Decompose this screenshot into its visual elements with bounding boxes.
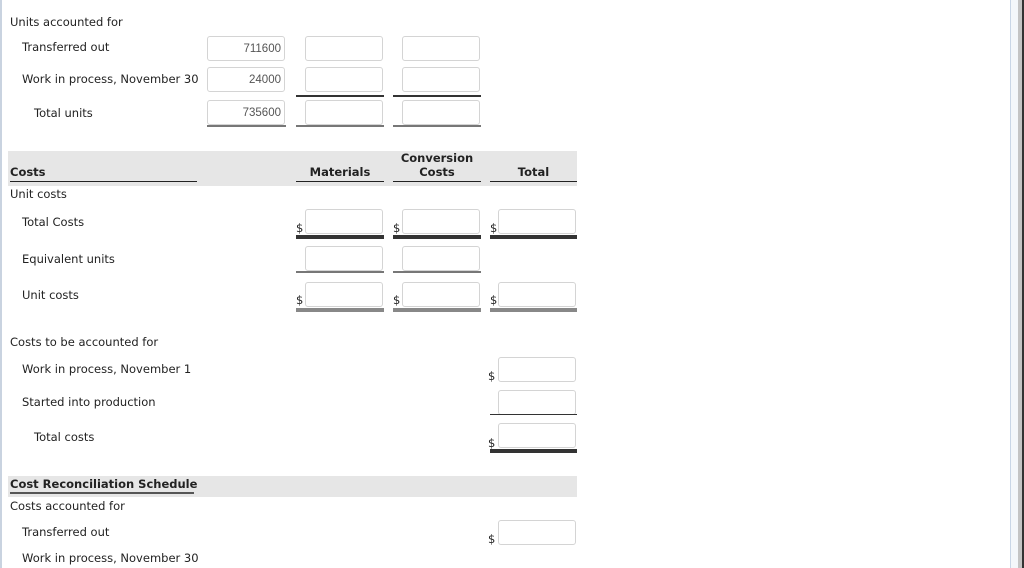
header-underline (490, 181, 577, 182)
dollar-sign: $ (296, 221, 304, 235)
dollar-sign: $ (488, 532, 496, 546)
dollar-sign: $ (490, 221, 498, 235)
total-underline (393, 125, 481, 127)
dollar-sign: $ (296, 293, 304, 307)
units-total-physical-input[interactable] (207, 100, 285, 125)
wip-nov1-total-input[interactable] (498, 357, 576, 382)
costs-to-account-title: Costs to be accounted for (10, 335, 159, 349)
unit-costs-subtitle: Unit costs (10, 187, 67, 201)
double-underline (393, 235, 481, 239)
row-label-total-costs-accounted: Total costs (34, 430, 95, 444)
reconciliation-transferred-out-input[interactable] (498, 520, 576, 545)
unit-costs-materials-input[interactable] (305, 282, 383, 307)
underline (393, 271, 481, 273)
header-underline (10, 181, 197, 182)
underline (490, 414, 577, 415)
header-underline (10, 492, 194, 494)
dollar-sign: $ (488, 436, 496, 450)
total-costs-materials-input[interactable] (305, 209, 383, 234)
subtotal-underline (393, 95, 481, 97)
row-label-transferred-out: Transferred out (22, 40, 110, 54)
double-underline (393, 308, 481, 312)
double-underline (490, 308, 577, 312)
equivalent-units-conversion-input[interactable] (402, 246, 480, 271)
costs-accounted-subtitle: Costs accounted for (10, 499, 125, 513)
units-transferred-out-physical-input[interactable] (207, 36, 285, 61)
row-label-wip-nov30: Work in process, November 30 (22, 72, 199, 86)
double-underline (490, 235, 577, 239)
total-costs-total-input[interactable] (498, 209, 576, 234)
reconciliation-title: Cost Reconciliation Schedule (10, 477, 198, 491)
units-section-title: Units accounted for (10, 15, 123, 29)
total-underline (207, 125, 286, 127)
dollar-sign: $ (490, 293, 498, 307)
header-underline (393, 181, 481, 182)
column-header-materials: Materials (309, 165, 371, 179)
double-underline (296, 308, 384, 312)
column-header-conversion-line2: Costs (419, 165, 455, 179)
dollar-sign: $ (393, 293, 401, 307)
row-label-started-into-production: Started into production (22, 395, 156, 409)
started-into-production-total-input[interactable] (498, 390, 576, 415)
underline (296, 271, 384, 273)
header-underline (296, 181, 384, 182)
column-header-total: Total (517, 165, 550, 179)
double-underline (490, 449, 577, 453)
total-costs-conversion-input[interactable] (402, 209, 480, 234)
dollar-sign: $ (393, 221, 401, 235)
row-label-total-units: Total units (34, 106, 93, 120)
total-underline (296, 125, 384, 127)
equivalent-units-materials-input[interactable] (305, 246, 383, 271)
row-label-wip-nov1: Work in process, November 1 (22, 362, 192, 376)
units-wip-nov30-conversion-input[interactable] (402, 67, 480, 92)
column-header-conversion-line1: Conversion (400, 151, 474, 165)
left-border (0, 0, 2, 568)
subtotal-underline (296, 95, 384, 97)
row-label-reconciliation-transferred-out: Transferred out (22, 525, 110, 539)
costs-section-title: Costs (10, 165, 46, 179)
row-label-total-costs: Total Costs (22, 215, 85, 229)
row-label-equivalent-units: Equivalent units (22, 252, 115, 266)
row-label-reconciliation-wip-nov30: Work in process, November 30 (22, 551, 199, 565)
units-wip-nov30-physical-input[interactable] (207, 67, 285, 92)
units-wip-nov30-materials-input[interactable] (305, 67, 383, 92)
units-total-conversion-input[interactable] (402, 100, 480, 125)
units-transferred-out-materials-input[interactable] (305, 36, 383, 61)
units-total-materials-input[interactable] (305, 100, 383, 125)
unit-costs-total-input[interactable] (498, 282, 576, 307)
total-costs-accounted-input[interactable] (498, 423, 576, 448)
units-transferred-out-conversion-input[interactable] (402, 36, 480, 61)
unit-costs-conversion-input[interactable] (402, 282, 480, 307)
dollar-sign: $ (488, 369, 496, 383)
double-underline (296, 235, 384, 239)
row-label-unit-costs: Unit costs (22, 288, 79, 302)
